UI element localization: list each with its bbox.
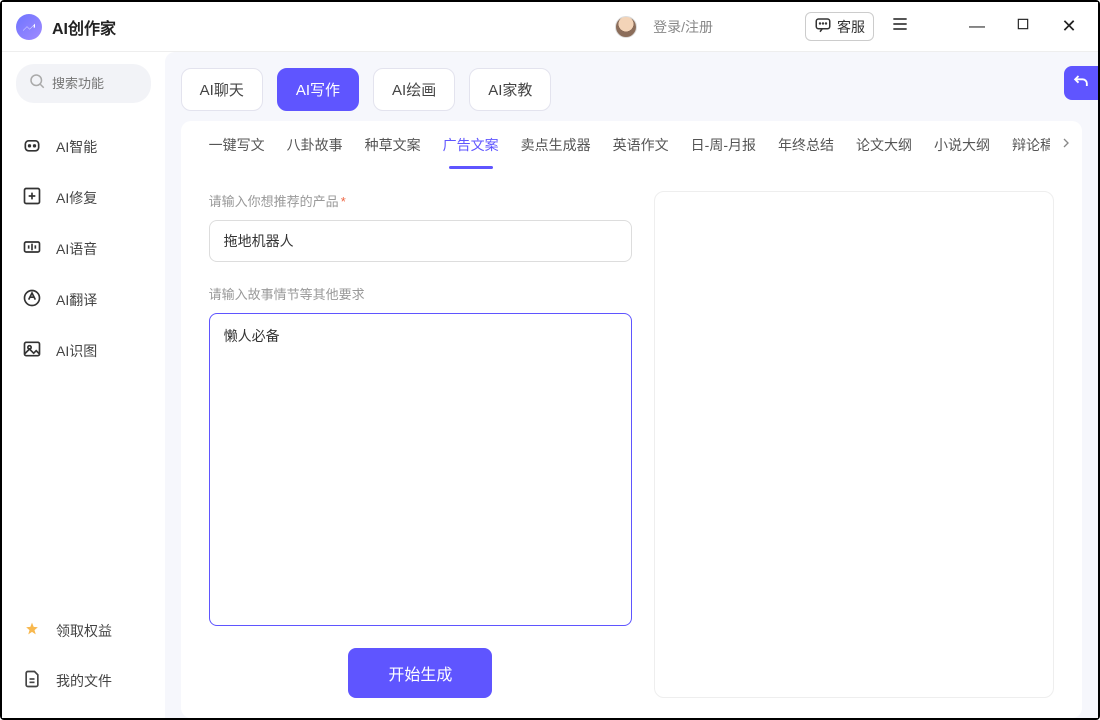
subtab-thesis-outline[interactable]: 论文大纲: [856, 135, 912, 169]
window-minimize-button[interactable]: —: [962, 18, 992, 36]
customer-service-button[interactable]: 客服: [805, 12, 874, 41]
image-icon: [22, 339, 42, 362]
subtab-gossip[interactable]: 八卦故事: [287, 135, 343, 169]
sidebar-item-ai-repair[interactable]: AI修复: [16, 172, 151, 223]
product-input[interactable]: [209, 220, 632, 262]
titlebar: AI创作家 登录/注册 客服 — ✕: [2, 2, 1098, 52]
sidebar: AI智能 AI修复 AI语音 AI翻译 AI识图 领取权益 我的文件: [2, 52, 165, 718]
window-close-button[interactable]: ✕: [1054, 16, 1084, 37]
robot-icon: [22, 135, 42, 158]
subtab-selling-point[interactable]: 卖点生成器: [521, 135, 591, 169]
app-logo: [16, 14, 42, 40]
menu-icon[interactable]: [890, 14, 910, 39]
sidebar-item-label: 领取权益: [56, 621, 112, 641]
tab-ai-tutor[interactable]: AI家教: [469, 68, 551, 111]
output-panel: [654, 191, 1054, 698]
audio-icon: [22, 237, 42, 260]
gift-icon: [22, 621, 42, 641]
subtab-english-essay[interactable]: 英语作文: [613, 135, 669, 169]
subtab-ad[interactable]: 广告文案: [443, 135, 499, 169]
chat-icon: [814, 16, 832, 37]
form-column: 请输入你想推荐的产品* 请输入故事情节等其他要求 开始生成: [181, 191, 632, 698]
app-title: AI创作家: [52, 15, 116, 39]
file-icon: [22, 669, 42, 692]
translate-icon: [22, 288, 42, 311]
chevron-right-icon[interactable]: [1050, 135, 1074, 156]
tab-ai-draw[interactable]: AI绘画: [373, 68, 455, 111]
generate-button[interactable]: 开始生成: [348, 648, 492, 698]
undo-icon: [1071, 71, 1091, 96]
main: AI聊天 AI写作 AI绘画 AI家教 一键写文 八卦故事 种草文案 广告文案 …: [165, 52, 1098, 718]
search-icon: [28, 72, 52, 95]
sidebar-item-benefits[interactable]: 领取权益: [16, 607, 151, 655]
required-mark: *: [341, 194, 346, 209]
subtab-novel-outline[interactable]: 小说大纲: [934, 135, 990, 169]
sidebar-item-label: AI智能: [56, 137, 97, 157]
undo-button[interactable]: [1064, 66, 1098, 100]
subtab-year-summary[interactable]: 年终总结: [778, 135, 834, 169]
subtab-report[interactable]: 日-周-月报: [691, 135, 756, 169]
window-maximize-button[interactable]: [1008, 17, 1038, 36]
repair-icon: [22, 186, 42, 209]
sidebar-item-ai-image[interactable]: AI识图: [16, 325, 151, 376]
subtab-grass[interactable]: 种草文案: [365, 135, 421, 169]
sidebar-item-label: AI识图: [56, 341, 97, 361]
sidebar-item-label: 我的文件: [56, 671, 112, 691]
details-textarea[interactable]: [209, 313, 632, 626]
sidebar-item-my-files[interactable]: 我的文件: [16, 655, 151, 706]
sidebar-item-ai-smart[interactable]: AI智能: [16, 121, 151, 172]
tab-ai-chat[interactable]: AI聊天: [181, 68, 263, 111]
product-label: 请输入你想推荐的产品*: [209, 191, 632, 210]
avatar[interactable]: [615, 16, 637, 38]
customer-service-label: 客服: [837, 17, 865, 37]
details-label: 请输入故事情节等其他要求: [209, 284, 632, 303]
sidebar-item-ai-translate[interactable]: AI翻译: [16, 274, 151, 325]
search-input[interactable]: [52, 76, 139, 91]
sidebar-item-ai-voice[interactable]: AI语音: [16, 223, 151, 274]
subtab-onekey[interactable]: 一键写文: [209, 135, 265, 169]
top-tabs: AI聊天 AI写作 AI绘画 AI家教: [181, 68, 1098, 111]
sidebar-item-label: AI语音: [56, 239, 97, 259]
sub-tabs: 一键写文 八卦故事 种草文案 广告文案 卖点生成器 英语作文 日-周-月报 年终…: [181, 121, 1082, 169]
subtab-debate[interactable]: 辩论稿: [1012, 135, 1054, 169]
content: 请输入你想推荐的产品* 请输入故事情节等其他要求 开始生成: [181, 169, 1082, 718]
login-register-link[interactable]: 登录/注册: [653, 17, 713, 37]
sidebar-item-label: AI修复: [56, 188, 97, 208]
search-box[interactable]: [16, 64, 151, 103]
tab-ai-write[interactable]: AI写作: [277, 68, 359, 111]
sidebar-item-label: AI翻译: [56, 290, 97, 310]
